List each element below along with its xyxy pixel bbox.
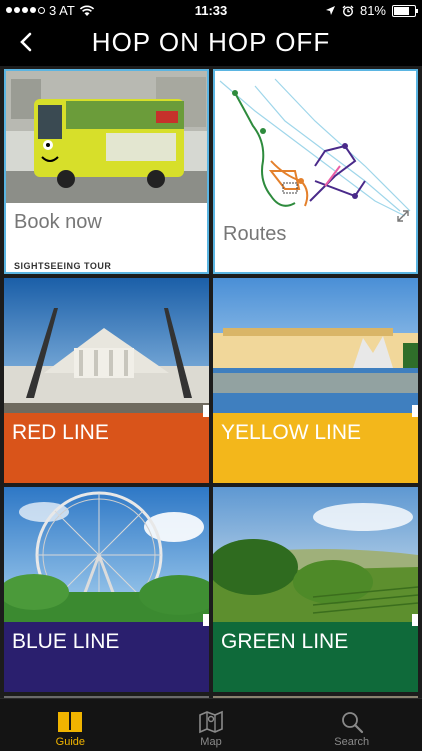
green-line-label: GREEN LINE xyxy=(221,630,349,653)
schoenbrunn-photo xyxy=(213,278,418,413)
guide-grid: Book now SIGHTSEEING TOUR Routes RED LIN… xyxy=(0,66,422,698)
tab-guide[interactable]: Guide xyxy=(0,699,141,751)
page-title: HOP ON HOP OFF xyxy=(91,27,331,57)
book-now-tile[interactable]: Book now SIGHTSEEING TOUR xyxy=(4,69,209,274)
alarm-icon xyxy=(342,5,354,17)
map-icon xyxy=(199,710,223,734)
red-line-tile[interactable]: RED LINE xyxy=(4,278,209,483)
blue-line-tile[interactable]: BLUE LINE xyxy=(4,487,209,692)
sightseeing-tour-label: SIGHTSEEING TOUR xyxy=(14,261,112,271)
tile-notch xyxy=(203,405,209,417)
battery-percent: 81% xyxy=(359,3,386,18)
search-icon xyxy=(341,712,363,734)
yellow-line-tile[interactable]: YELLOW LINE xyxy=(213,278,418,483)
blue-line-label: BLUE LINE xyxy=(12,630,120,653)
tab-label: Map xyxy=(200,736,222,748)
yellow-line-band: YELLOW LINE xyxy=(213,413,418,483)
book-now-label: Book now xyxy=(14,211,102,233)
tab-label: Guide xyxy=(55,736,86,748)
tab-label: Search xyxy=(334,736,370,748)
status-bar: 3 AT 11:33 81% xyxy=(0,0,422,22)
tile-notch xyxy=(203,614,209,626)
location-arrow-icon xyxy=(325,6,335,15)
tab-search[interactable]: Search xyxy=(281,699,422,751)
book-icon xyxy=(58,712,83,732)
tab-map[interactable]: Map xyxy=(141,699,282,751)
battery-icon xyxy=(392,4,418,17)
green-line-tile[interactable]: GREEN LINE xyxy=(213,487,418,692)
status-right-group: 81% xyxy=(325,3,418,18)
tile-notch xyxy=(412,614,418,626)
expand-icon[interactable] xyxy=(396,209,410,223)
parliament-photo xyxy=(4,278,209,413)
green-line-band: GREEN LINE xyxy=(213,622,418,692)
battery-fill xyxy=(394,6,409,15)
red-line-band: RED LINE xyxy=(4,413,209,483)
red-line-label: RED LINE xyxy=(12,421,109,444)
routes-label: Routes xyxy=(223,223,287,245)
tile-notch xyxy=(412,405,418,417)
blue-line-band: BLUE LINE xyxy=(4,622,209,692)
vineyard-photo xyxy=(213,487,418,622)
yellow-line-label: YELLOW LINE xyxy=(221,421,362,444)
tab-bar: Guide Map Search xyxy=(0,698,422,751)
bus-photo xyxy=(6,71,207,203)
ferris-wheel-photo xyxy=(4,487,209,622)
routes-tile[interactable]: Routes xyxy=(213,69,418,274)
route-map-illustration xyxy=(215,71,416,221)
navigation-bar: HOP ON HOP OFF xyxy=(0,22,422,66)
